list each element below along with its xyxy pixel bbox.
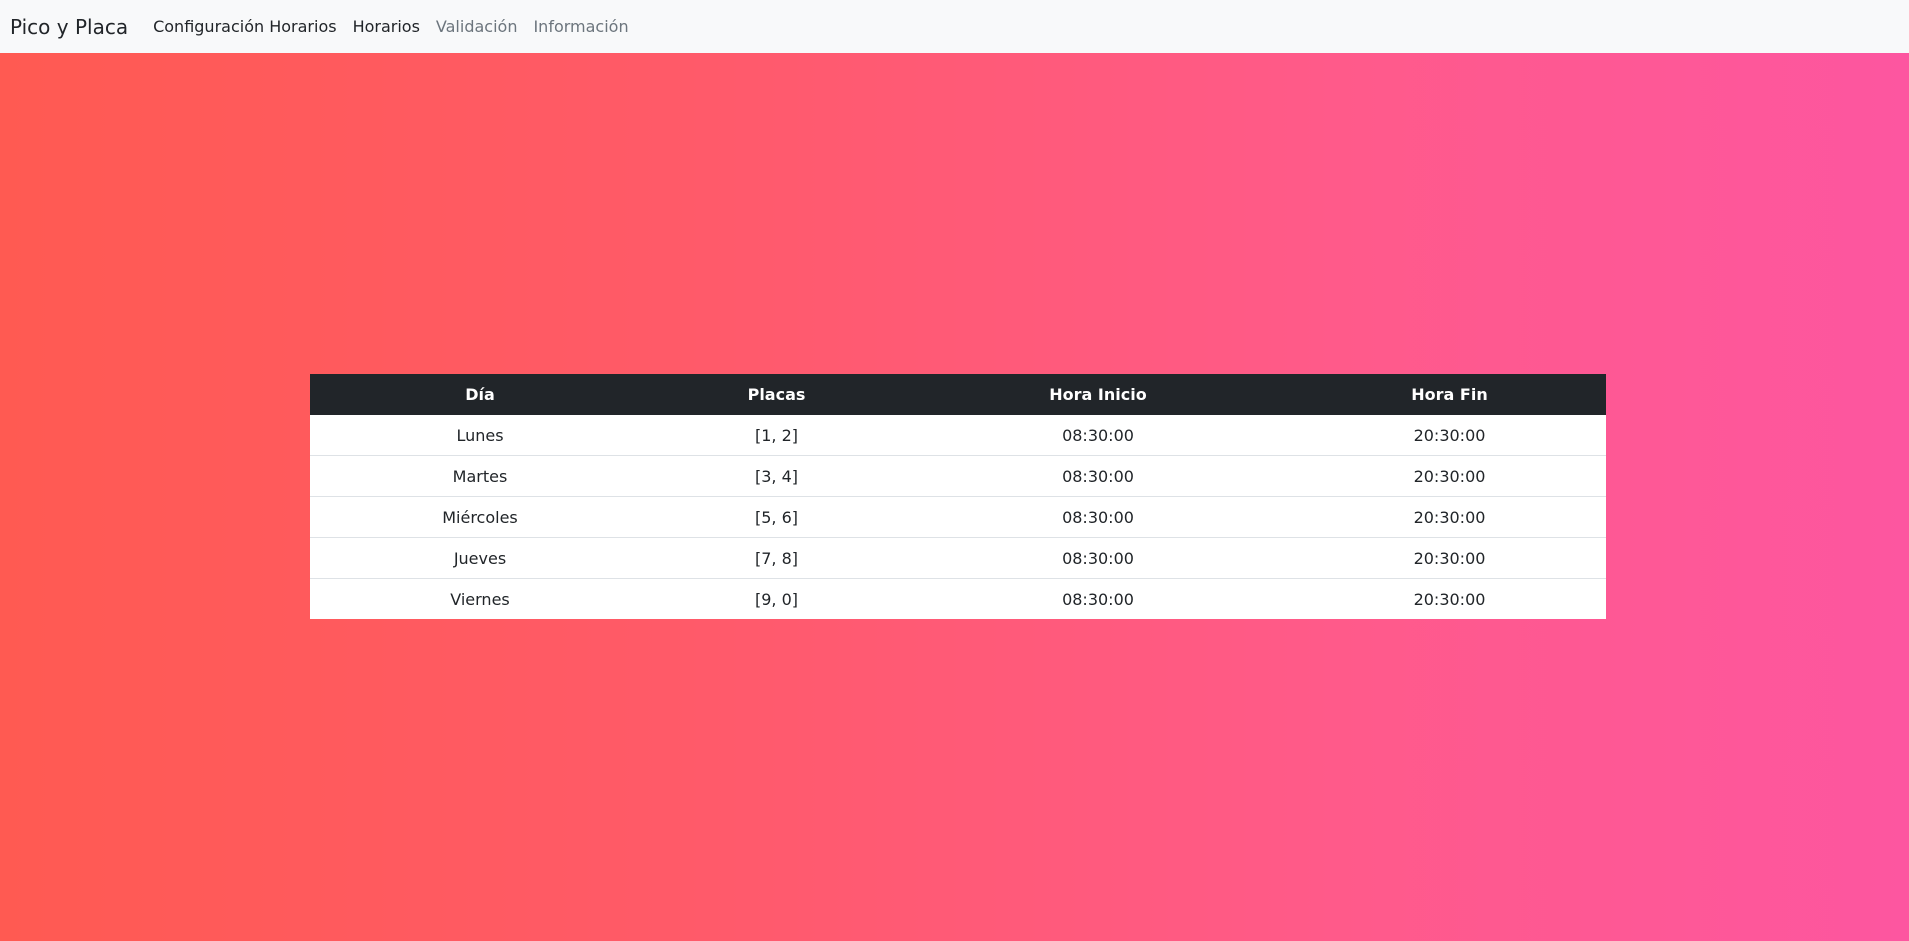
table-row: Jueves [7, 8] 08:30:00 20:30:00 — [310, 537, 1606, 579]
brand-link[interactable]: Pico y Placa — [10, 15, 128, 39]
cell-hora-fin: 20:30:00 — [1293, 455, 1606, 497]
cell-hora-inicio: 08:30:00 — [903, 578, 1293, 619]
cell-placas: [3, 4] — [650, 455, 903, 497]
cell-hora-inicio: 08:30:00 — [903, 496, 1293, 538]
header-placas: Placas — [747, 385, 806, 404]
cell-hora-fin: 20:30:00 — [1413, 425, 1486, 445]
schedule-table-container: Día Placas Hora Inicio Hora Fin Lunes [1… — [310, 374, 1606, 619]
cell-hora-inicio: 08:30:00 — [1062, 425, 1134, 445]
table-row: Martes [3, 4] 08:30:00 20:30:00 — [310, 455, 1606, 497]
cell-placas: [9, 0] — [650, 578, 903, 619]
cell-hora-fin: 20:30:00 — [1293, 537, 1606, 579]
cell-placas: [5, 6] — [650, 496, 903, 538]
table-row: Viernes [9, 0] 08:30:00 20:30:00 — [310, 578, 1606, 619]
cell-hora-inicio: 08:30:00 — [903, 455, 1293, 497]
cell-hora-fin: 20:30:00 — [1293, 578, 1606, 619]
nav-link-informacion[interactable]: Información — [533, 17, 628, 36]
navbar: Pico y Placa Configuración Horarios Hora… — [0, 0, 1909, 53]
table-header: Día Placas Hora Inicio Hora Fin — [310, 374, 1606, 415]
schedule-table: Día Placas Hora Inicio Hora Fin Lunes [1… — [310, 374, 1606, 619]
table-body: Lunes [1, 2] 08:30:00 20:30:00 Martes [3… — [310, 415, 1606, 619]
cell-hora-fin: 20:30:00 — [1293, 496, 1606, 538]
cell-placas: [1, 2] — [754, 425, 798, 445]
header-dia: Día — [465, 385, 495, 404]
table-row: Lunes [1, 2] 08:30:00 20:30:00 — [310, 415, 1606, 456]
nav-link-validacion[interactable]: Validación — [436, 17, 518, 36]
cell-dia: Viernes — [310, 578, 650, 619]
cell-dia: Lunes — [456, 425, 504, 445]
cell-dia: Jueves — [310, 537, 650, 579]
cell-dia: Miércoles — [310, 496, 650, 538]
header-hora-inicio: Hora Inicio — [1049, 385, 1147, 404]
cell-placas: [7, 8] — [650, 537, 903, 579]
table-header-row: Día Placas Hora Inicio Hora Fin — [310, 374, 1606, 415]
cell-hora-inicio: 08:30:00 — [903, 537, 1293, 579]
cell-dia: Martes — [310, 455, 650, 497]
table-row: Miércoles [5, 6] 08:30:00 20:30:00 — [310, 496, 1606, 538]
nav-link-horarios[interactable]: Horarios — [353, 17, 420, 36]
nav-link-configuracion-horarios[interactable]: Configuración Horarios — [153, 17, 336, 36]
header-hora-fin: Hora Fin — [1411, 385, 1488, 404]
